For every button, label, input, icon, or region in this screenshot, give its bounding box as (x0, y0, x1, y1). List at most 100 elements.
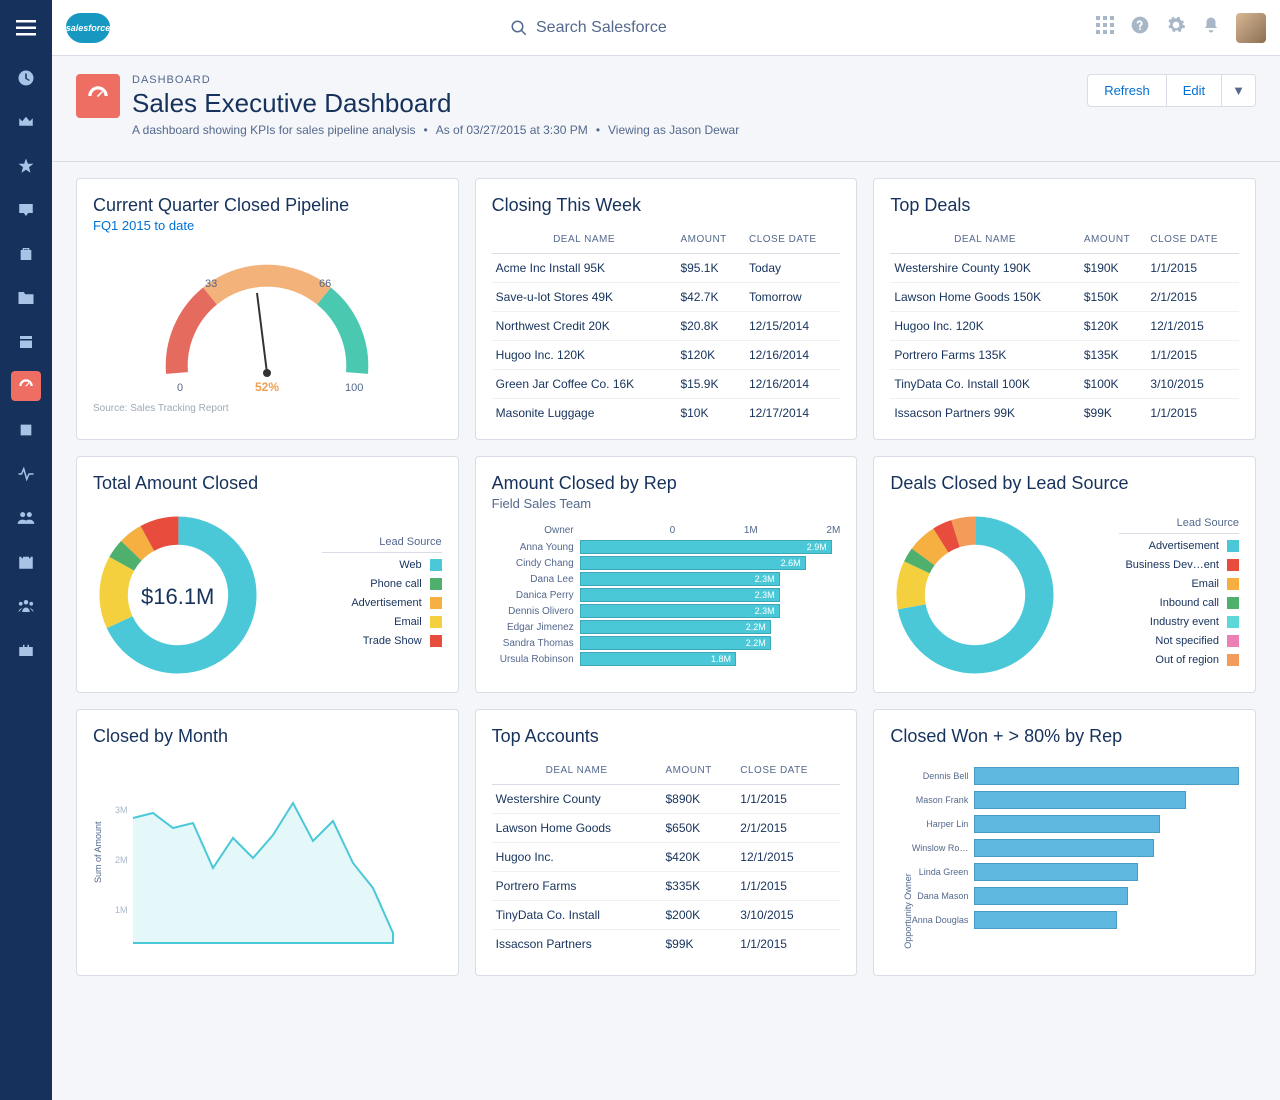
refresh-button[interactable]: Refresh (1087, 74, 1167, 107)
nav-clipboard-icon[interactable] (0, 232, 52, 276)
top-accounts-table: DEAL NAME AMOUNT CLOSE DATE Westershire … (492, 757, 841, 958)
legend-item: Not specified (1119, 635, 1239, 647)
card-by-month: Closed by Month Sum of Amount 3M 2M 1M (76, 709, 459, 976)
table-row[interactable]: Hugoo Inc. 120K$120K12/1/2015 (890, 312, 1239, 341)
nav-schedule-icon[interactable] (0, 540, 52, 584)
legend: Lead Source AdvertisementBusiness Dev…en… (1119, 517, 1239, 673)
table-row[interactable]: Hugoo Inc.$420K12/1/2015 (492, 843, 841, 872)
page-asof: As of 03/27/2015 at 3:30 PM (436, 123, 588, 137)
svg-text:0: 0 (177, 382, 183, 393)
table-row[interactable]: Masonite Luggage$10K12/17/2014 (492, 399, 841, 428)
more-actions-button[interactable]: ▼ (1222, 74, 1256, 107)
legend-item: Advertisement (1119, 540, 1239, 552)
card-title: Closed by Month (93, 726, 442, 747)
legend-item: Trade Show (322, 635, 442, 647)
search-icon (510, 19, 528, 37)
bar-row: Sandra Thomas2.2M (492, 636, 841, 650)
legend-item: Business Dev…ent (1119, 559, 1239, 571)
nav-recent-icon[interactable] (0, 56, 52, 100)
card-title: Current Quarter Closed Pipeline (93, 195, 442, 216)
nav-dashboard-icon[interactable] (0, 364, 52, 408)
table-row[interactable]: Issacson Partners 99K$99K1/1/2015 (890, 399, 1239, 428)
svg-text:2M: 2M (115, 855, 128, 865)
card-closing-this-week: Closing This Week DEAL NAME AMOUNT CLOSE… (475, 178, 858, 440)
page-viewing-as: Viewing as Jason Dewar (608, 123, 739, 137)
bar-row: Linda Green (902, 863, 1239, 881)
table-row[interactable]: Portrero Farms$335K1/1/2015 (492, 872, 841, 901)
table-row[interactable]: Lawson Home Goods$650K2/1/2015 (492, 814, 841, 843)
notifications-bell-icon[interactable] (1202, 15, 1220, 40)
nav-activity-icon[interactable] (0, 452, 52, 496)
bar-row: Winslow Ro… (902, 839, 1239, 857)
table-row[interactable]: Westershire County 190K$190K1/1/2015 (890, 254, 1239, 283)
table-row[interactable]: Hugoo Inc. 120K$120K12/16/2014 (492, 341, 841, 370)
card-top-deals: Top Deals DEAL NAME AMOUNT CLOSE DATE We… (873, 178, 1256, 440)
donut-chart (890, 510, 1060, 680)
card-subtitle: FQ1 2015 to date (93, 218, 442, 233)
table-row[interactable]: TinyData Co. Install 100K$100K3/10/2015 (890, 370, 1239, 399)
line-chart: Sum of Amount 3M 2M 1M (93, 763, 442, 963)
top-deals-table: DEAL NAME AMOUNT CLOSE DATE Westershire … (890, 226, 1239, 427)
hamburger-icon[interactable] (0, 0, 52, 56)
card-total-closed: Total Amount Closed $16.1M Lead Source W… (76, 456, 459, 693)
card-by-rep: Amount Closed by Rep Field Sales Team Ow… (475, 456, 858, 693)
nav-calendar-icon[interactable] (0, 320, 52, 364)
nav-folder-icon[interactable] (0, 276, 52, 320)
bar-row: Anna Young2.9M (492, 540, 841, 554)
closing-week-table: DEAL NAME AMOUNT CLOSE DATE Acme Inc Ins… (492, 226, 841, 427)
nav-inbox-icon[interactable] (0, 188, 52, 232)
card-subtitle: Field Sales Team (492, 496, 841, 511)
nav-briefcase-icon[interactable] (0, 628, 52, 672)
legend: Lead Source WebPhone callAdvertisementEm… (322, 536, 442, 654)
hbar-chart: Opportunity Owner Dennis BellMason Frank… (890, 767, 1239, 935)
page-description: A dashboard showing KPIs for sales pipel… (132, 123, 416, 137)
app-launcher-icon[interactable] (1096, 16, 1114, 39)
table-row[interactable]: TinyData Co. Install$200K3/10/2015 (492, 901, 841, 930)
svg-text:33: 33 (205, 278, 217, 290)
help-icon[interactable] (1130, 15, 1150, 40)
nav-star-icon[interactable] (0, 144, 52, 188)
bar-row: Dana Lee2.3M (492, 572, 841, 586)
table-row[interactable]: Lawson Home Goods 150K$150K2/1/2015 (890, 283, 1239, 312)
nav-people-icon[interactable] (0, 496, 52, 540)
page-header: DASHBOARD Sales Executive Dashboard A da… (52, 56, 1280, 162)
bar-row: Mason Frank (902, 791, 1239, 809)
settings-gear-icon[interactable] (1166, 15, 1186, 40)
salesforce-logo-icon[interactable]: salesforce (66, 13, 110, 43)
legend-item: Inbound call (1119, 597, 1239, 609)
card-gauge: Current Quarter Closed Pipeline FQ1 2015… (76, 178, 459, 440)
search-input[interactable]: Search Salesforce (510, 19, 667, 37)
card-title: Total Amount Closed (93, 473, 442, 494)
legend-item: Out of region (1119, 654, 1239, 666)
table-row[interactable]: Issacson Partners$99K1/1/2015 (492, 930, 841, 959)
legend-item: Industry event (1119, 616, 1239, 628)
card-closed-won: Closed Won + > 80% by Rep Opportunity Ow… (873, 709, 1256, 976)
card-title: Top Deals (890, 195, 1239, 216)
table-row[interactable]: Green Jar Coffee Co. 16K$15.9K12/16/2014 (492, 370, 841, 399)
nav-reports-icon[interactable] (0, 408, 52, 452)
user-avatar[interactable] (1236, 13, 1266, 43)
svg-text:52%: 52% (255, 380, 279, 393)
search-placeholder: Search Salesforce (536, 19, 667, 37)
bar-row: Dennis Olivero2.3M (492, 604, 841, 618)
bar-row: Ursula Robinson1.8M (492, 652, 841, 666)
table-row[interactable]: Save-u-lot Stores 49K$42.7KTomorrow (492, 283, 841, 312)
svg-text:100: 100 (345, 382, 363, 393)
table-row[interactable]: Acme Inc Install 95K$95.1KToday (492, 254, 841, 283)
svg-text:1M: 1M (115, 905, 128, 915)
table-row[interactable]: Northwest Credit 20K$20.8K12/15/2014 (492, 312, 841, 341)
edit-button[interactable]: Edit (1167, 74, 1222, 107)
card-title: Closed Won + > 80% by Rep (890, 726, 1239, 747)
bar-row: Harper Lin (902, 815, 1239, 833)
nav-crown-icon[interactable] (0, 100, 52, 144)
page-title: Sales Executive Dashboard (132, 88, 739, 119)
nav-group-icon[interactable] (0, 584, 52, 628)
card-title: Deals Closed by Lead Source (890, 473, 1239, 494)
card-top-accounts: Top Accounts DEAL NAME AMOUNT CLOSE DATE… (475, 709, 858, 976)
bar-row: Danica Perry2.3M (492, 588, 841, 602)
gauge-chart: 0 33 66 100 52% (137, 243, 397, 393)
table-row[interactable]: Portrero Farms 135K$135K1/1/2015 (890, 341, 1239, 370)
table-row[interactable]: Westershire County$890K1/1/2015 (492, 785, 841, 814)
left-nav (0, 0, 52, 1100)
svg-text:3M: 3M (115, 805, 128, 815)
